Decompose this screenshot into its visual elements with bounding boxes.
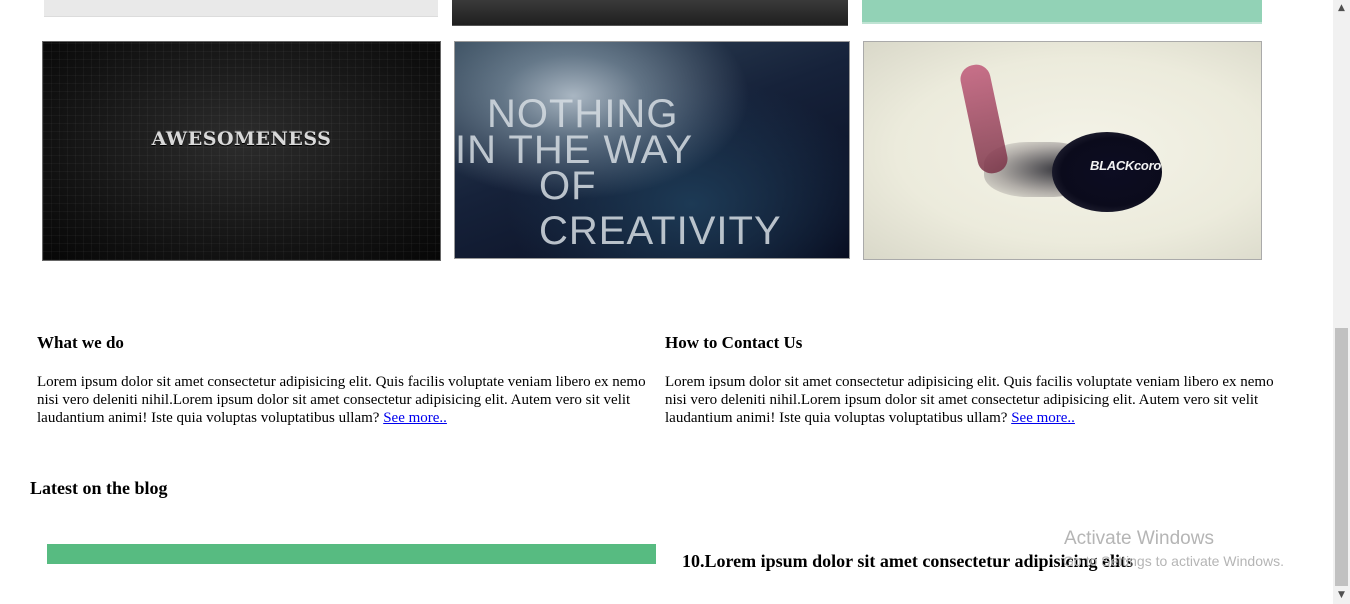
pink-stroke-graphic <box>957 62 1011 176</box>
gallery-thumb-top-2[interactable] <box>452 0 848 26</box>
thumb-title-text: AWESOMENESS <box>151 128 332 150</box>
thumb-logo-text: BLACKcoro <box>1090 158 1161 173</box>
contact-body: Lorem ipsum dolor sit amet consectetur a… <box>665 374 1274 426</box>
what-we-do-see-more-link[interactable]: See more.. <box>383 410 447 426</box>
gallery-thumb-creativity[interactable]: NOTHING IN THE WAY OF CREATIVITY <box>454 41 850 259</box>
gallery-thumb-blackcoro[interactable]: BLACKcoro <box>863 41 1262 260</box>
thumb-line-3: OF CREATIVITY <box>539 164 782 253</box>
contact-heading: How to Contact Us <box>665 333 803 352</box>
activate-windows-subtitle: Go to Settings to activate Windows. <box>1063 553 1284 569</box>
activate-windows-title: Activate Windows <box>1064 528 1214 549</box>
what-we-do-text: Lorem ipsum dolor sit amet consectetur a… <box>37 373 662 427</box>
what-we-do-heading: What we do <box>37 333 124 352</box>
scroll-up-arrow-icon[interactable]: ▲ <box>1333 0 1350 17</box>
contact-see-more-link[interactable]: See more.. <box>1011 410 1075 426</box>
gallery-thumb-awesomeness[interactable]: AWESOMENESS <box>42 41 441 261</box>
gallery-thumb-top-1[interactable] <box>44 0 438 17</box>
vertical-scrollbar[interactable]: ▲ ▼ <box>1333 0 1350 604</box>
blog-post-image[interactable] <box>47 544 656 564</box>
scroll-thumb[interactable] <box>1335 328 1348 586</box>
contact-text: Lorem ipsum dolor sit amet consectetur a… <box>665 373 1293 427</box>
scroll-down-arrow-icon[interactable]: ▼ <box>1333 587 1350 604</box>
gallery-thumb-top-3[interactable] <box>862 0 1262 24</box>
blog-heading: Latest on the blog <box>30 478 168 498</box>
what-we-do-body: Lorem ipsum dolor sit amet consectetur a… <box>37 374 646 426</box>
